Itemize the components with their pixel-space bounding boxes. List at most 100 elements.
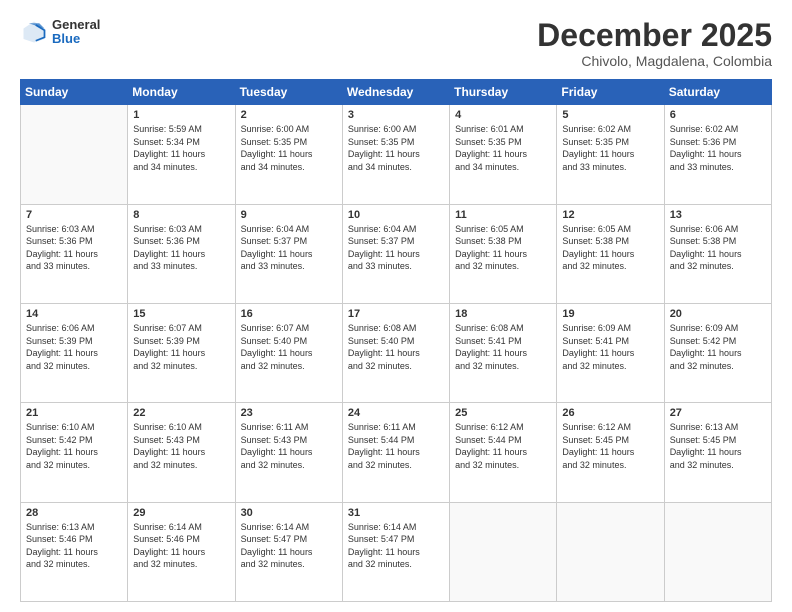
day-number: 17 — [348, 308, 444, 320]
calendar-cell: 15 Sunrise: 6:07 AM Sunset: 5:39 PM Dayli… — [128, 303, 235, 402]
calendar-cell: 30 Sunrise: 6:14 AM Sunset: 5:47 PM Dayli… — [235, 502, 342, 601]
title-block: December 2025 Chivolo, Magdalena, Colomb… — [537, 18, 772, 69]
day-number: 12 — [562, 209, 658, 221]
cell-info: Sunrise: 6:05 AM Sunset: 5:38 PM Dayligh… — [455, 223, 551, 273]
sub-title: Chivolo, Magdalena, Colombia — [537, 53, 772, 69]
day-number: 8 — [133, 209, 229, 221]
day-number: 4 — [455, 109, 551, 121]
cell-info: Sunrise: 6:06 AM Sunset: 5:39 PM Dayligh… — [26, 322, 122, 372]
calendar-cell — [450, 502, 557, 601]
calendar-cell: 10 Sunrise: 6:04 AM Sunset: 5:37 PM Dayli… — [342, 204, 449, 303]
calendar-header-row: Sunday Monday Tuesday Wednesday Thursday… — [21, 80, 772, 105]
cell-info: Sunrise: 6:07 AM Sunset: 5:39 PM Dayligh… — [133, 322, 229, 372]
calendar-cell: 26Sunrise: 6:12 AM Sunset: 5:45 PM Dayli… — [557, 403, 664, 502]
day-number: 5 — [562, 109, 658, 121]
logo-text: General Blue — [52, 18, 100, 47]
calendar-cell: 27 Sunrise: 6:13 AM Sunset: 5:45 PM Dayli… — [664, 403, 771, 502]
day-number: 21 — [26, 407, 122, 419]
day-number: 27 — [670, 407, 766, 419]
calendar-cell: 17 Sunrise: 6:08 AM Sunset: 5:40 PM Dayli… — [342, 303, 449, 402]
day-number: 26 — [562, 407, 658, 419]
calendar-cell: 23Sunrise: 6:11 AM Sunset: 5:43 PM Dayli… — [235, 403, 342, 502]
logo: General Blue — [20, 18, 100, 47]
calendar-cell: 3 Sunrise: 6:00 AM Sunset: 5:35 PM Daylig… — [342, 105, 449, 204]
calendar-week-row: 1 Sunrise: 5:59 AM Sunset: 5:34 PM Daylig… — [21, 105, 772, 204]
day-number: 10 — [348, 209, 444, 221]
calendar-cell: 31 Sunrise: 6:14 AM Sunset: 5:47 PM Dayli… — [342, 502, 449, 601]
calendar-cell: 25Sunrise: 6:12 AM Sunset: 5:44 PM Dayli… — [450, 403, 557, 502]
calendar-cell: 4 Sunrise: 6:01 AM Sunset: 5:35 PM Daylig… — [450, 105, 557, 204]
day-number: 6 — [670, 109, 766, 121]
day-number: 31 — [348, 507, 444, 519]
cell-info: Sunrise: 6:00 AM Sunset: 5:35 PM Dayligh… — [348, 123, 444, 173]
cell-info: Sunrise: 6:14 AM Sunset: 5:47 PM Dayligh… — [348, 521, 444, 571]
calendar-cell: 24 Sunrise: 6:11 AM Sunset: 5:44 PM Dayli… — [342, 403, 449, 502]
calendar-cell: 13 Sunrise: 6:06 AM Sunset: 5:38 PM Dayli… — [664, 204, 771, 303]
day-number: 22 — [133, 407, 229, 419]
cell-info: Sunrise: 6:04 AM Sunset: 5:37 PM Dayligh… — [348, 223, 444, 273]
cell-info: Sunrise: 6:13 AM Sunset: 5:46 PM Dayligh… — [26, 521, 122, 571]
calendar-cell: 20 Sunrise: 6:09 AM Sunset: 5:42 PM Dayli… — [664, 303, 771, 402]
calendar-week-row: 21 Sunrise: 6:10 AM Sunset: 5:42 PM Dayli… — [21, 403, 772, 502]
cell-info: Sunrise: 6:08 AM Sunset: 5:41 PM Dayligh… — [455, 322, 551, 372]
calendar-cell: 5Sunrise: 6:02 AM Sunset: 5:35 PM Daylig… — [557, 105, 664, 204]
cell-info: Sunrise: 6:09 AM Sunset: 5:42 PM Dayligh… — [670, 322, 766, 372]
calendar-cell: 1 Sunrise: 5:59 AM Sunset: 5:34 PM Daylig… — [128, 105, 235, 204]
cell-info: Sunrise: 6:02 AM Sunset: 5:36 PM Dayligh… — [670, 123, 766, 173]
calendar-cell: 14Sunrise: 6:06 AM Sunset: 5:39 PM Dayli… — [21, 303, 128, 402]
calendar-cell: 11 Sunrise: 6:05 AM Sunset: 5:38 PM Dayli… — [450, 204, 557, 303]
day-number: 18 — [455, 308, 551, 320]
logo-blue-text: Blue — [52, 32, 100, 46]
day-number: 19 — [562, 308, 658, 320]
cell-info: Sunrise: 6:03 AM Sunset: 5:36 PM Dayligh… — [133, 223, 229, 273]
cell-info: Sunrise: 6:08 AM Sunset: 5:40 PM Dayligh… — [348, 322, 444, 372]
calendar-cell: 2 Sunrise: 6:00 AM Sunset: 5:35 PM Daylig… — [235, 105, 342, 204]
day-number: 11 — [455, 209, 551, 221]
cell-info: Sunrise: 6:07 AM Sunset: 5:40 PM Dayligh… — [241, 322, 337, 372]
cell-info: Sunrise: 6:11 AM Sunset: 5:44 PM Dayligh… — [348, 421, 444, 471]
cell-info: Sunrise: 6:09 AM Sunset: 5:41 PM Dayligh… — [562, 322, 658, 372]
cell-info: Sunrise: 6:14 AM Sunset: 5:46 PM Dayligh… — [133, 521, 229, 571]
calendar-cell — [21, 105, 128, 204]
col-thursday: Thursday — [450, 80, 557, 105]
cell-info: Sunrise: 6:05 AM Sunset: 5:38 PM Dayligh… — [562, 223, 658, 273]
cell-info: Sunrise: 6:06 AM Sunset: 5:38 PM Dayligh… — [670, 223, 766, 273]
col-friday: Friday — [557, 80, 664, 105]
day-number: 15 — [133, 308, 229, 320]
cell-info: Sunrise: 5:59 AM Sunset: 5:34 PM Dayligh… — [133, 123, 229, 173]
calendar-cell: 16Sunrise: 6:07 AM Sunset: 5:40 PM Dayli… — [235, 303, 342, 402]
logo-icon — [20, 18, 48, 46]
calendar-cell: 12 Sunrise: 6:05 AM Sunset: 5:38 PM Dayli… — [557, 204, 664, 303]
cell-info: Sunrise: 6:12 AM Sunset: 5:44 PM Dayligh… — [455, 421, 551, 471]
calendar-week-row: 14Sunrise: 6:06 AM Sunset: 5:39 PM Dayli… — [21, 303, 772, 402]
calendar-cell — [557, 502, 664, 601]
calendar-cell: 8 Sunrise: 6:03 AM Sunset: 5:36 PM Daylig… — [128, 204, 235, 303]
day-number: 24 — [348, 407, 444, 419]
cell-info: Sunrise: 6:00 AM Sunset: 5:35 PM Dayligh… — [241, 123, 337, 173]
col-monday: Monday — [128, 80, 235, 105]
calendar-cell: 29Sunrise: 6:14 AM Sunset: 5:46 PM Dayli… — [128, 502, 235, 601]
day-number: 9 — [241, 209, 337, 221]
day-number: 30 — [241, 507, 337, 519]
calendar-week-row: 7Sunrise: 6:03 AM Sunset: 5:36 PM Daylig… — [21, 204, 772, 303]
cell-info: Sunrise: 6:14 AM Sunset: 5:47 PM Dayligh… — [241, 521, 337, 571]
day-number: 1 — [133, 109, 229, 121]
calendar-cell: 22Sunrise: 6:10 AM Sunset: 5:43 PM Dayli… — [128, 403, 235, 502]
calendar-cell: 6 Sunrise: 6:02 AM Sunset: 5:36 PM Daylig… — [664, 105, 771, 204]
main-title: December 2025 — [537, 18, 772, 53]
day-number: 3 — [348, 109, 444, 121]
cell-info: Sunrise: 6:10 AM Sunset: 5:42 PM Dayligh… — [26, 421, 122, 471]
calendar-cell: 21 Sunrise: 6:10 AM Sunset: 5:42 PM Dayli… — [21, 403, 128, 502]
page: General Blue December 2025 Chivolo, Magd… — [0, 0, 792, 612]
cell-info: Sunrise: 6:01 AM Sunset: 5:35 PM Dayligh… — [455, 123, 551, 173]
calendar-cell: 19 Sunrise: 6:09 AM Sunset: 5:41 PM Dayli… — [557, 303, 664, 402]
calendar-cell: 7Sunrise: 6:03 AM Sunset: 5:36 PM Daylig… — [21, 204, 128, 303]
col-saturday: Saturday — [664, 80, 771, 105]
header: General Blue December 2025 Chivolo, Magd… — [20, 18, 772, 69]
day-number: 2 — [241, 109, 337, 121]
cell-info: Sunrise: 6:03 AM Sunset: 5:36 PM Dayligh… — [26, 223, 122, 273]
day-number: 28 — [26, 507, 122, 519]
day-number: 20 — [670, 308, 766, 320]
day-number: 13 — [670, 209, 766, 221]
cell-info: Sunrise: 6:13 AM Sunset: 5:45 PM Dayligh… — [670, 421, 766, 471]
